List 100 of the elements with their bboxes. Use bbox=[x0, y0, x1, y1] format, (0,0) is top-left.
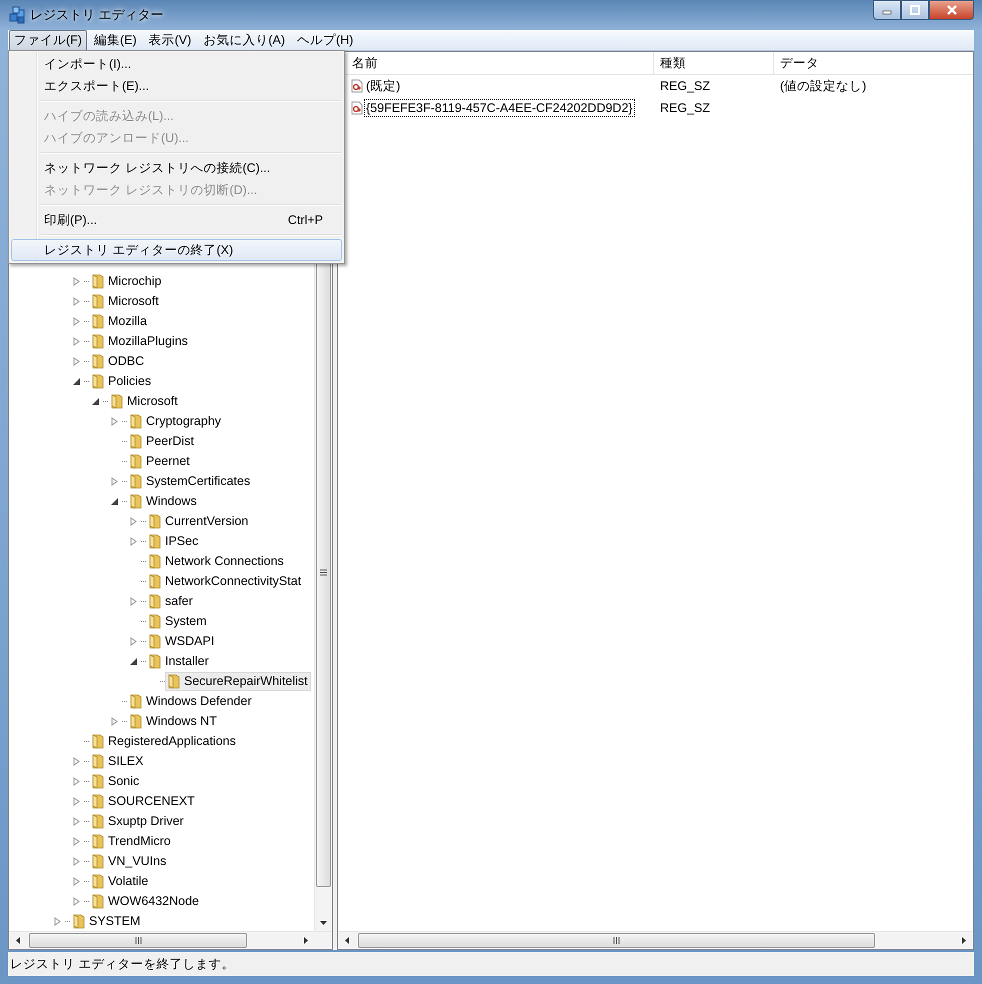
collapsed-arrow-icon[interactable] bbox=[110, 716, 118, 726]
tree-item[interactable]: VN_VUIns bbox=[108, 854, 166, 868]
scroll-thumb[interactable] bbox=[29, 933, 247, 948]
collapsed-arrow-icon[interactable] bbox=[128, 596, 138, 606]
folder-icon bbox=[149, 514, 161, 528]
scroll-left-icon[interactable] bbox=[344, 936, 350, 945]
close-button[interactable] bbox=[929, 0, 974, 20]
folder-icon bbox=[92, 754, 104, 768]
folder-icon bbox=[92, 314, 104, 328]
tree-item[interactable]: Volatile bbox=[108, 874, 148, 888]
collapsed-arrow-icon[interactable] bbox=[72, 796, 80, 806]
tree-item[interactable]: SILEX bbox=[108, 754, 144, 768]
collapsed-arrow-icon[interactable] bbox=[72, 876, 80, 886]
tree-item[interactable]: Windows NT bbox=[146, 714, 217, 728]
tree-item[interactable]: Sonic bbox=[108, 774, 140, 788]
scroll-right-icon[interactable] bbox=[303, 936, 309, 945]
collapsed-arrow-icon[interactable] bbox=[72, 276, 80, 286]
tree-item[interactable]: Windows bbox=[146, 494, 197, 508]
folder-icon bbox=[130, 494, 142, 508]
collapsed-arrow-icon[interactable] bbox=[72, 856, 80, 866]
tree-item[interactable]: SOURCENEXT bbox=[108, 794, 195, 808]
tree-item[interactable]: safer bbox=[165, 594, 193, 608]
status-text: レジストリ エディターを終了します。 bbox=[10, 956, 234, 972]
tree-item[interactable]: NetworkConnectivityStat bbox=[165, 574, 302, 588]
tree-item[interactable]: Mozilla bbox=[108, 314, 147, 328]
expanded-arrow-icon[interactable] bbox=[110, 496, 118, 506]
collapsed-arrow-icon[interactable] bbox=[72, 776, 80, 786]
tree-item[interactable]: WSDAPI bbox=[165, 634, 214, 648]
expanded-arrow-icon[interactable] bbox=[128, 656, 138, 666]
collapsed-arrow-icon[interactable] bbox=[52, 916, 62, 926]
tree-item[interactable]: Microchip bbox=[108, 274, 162, 288]
tree-item[interactable]: Installer bbox=[165, 654, 209, 668]
tree-item[interactable]: PeerDist bbox=[146, 434, 194, 448]
folder-icon bbox=[92, 374, 104, 388]
folder-icon bbox=[149, 654, 161, 668]
folder-icon bbox=[92, 814, 104, 828]
folder-icon bbox=[111, 394, 123, 408]
scroll-down-icon[interactable] bbox=[319, 920, 328, 926]
collapsed-arrow-icon[interactable] bbox=[72, 336, 80, 346]
minimize-button[interactable] bbox=[873, 0, 901, 20]
folder-icon bbox=[92, 834, 104, 848]
maximize-button[interactable] bbox=[901, 0, 929, 20]
collapsed-arrow-icon[interactable] bbox=[128, 516, 138, 526]
menu-option[interactable]: 印刷(P)... Ctrl+P bbox=[11, 209, 342, 231]
menu-item[interactable]: ファイル(F) bbox=[9, 30, 87, 50]
folder-icon bbox=[92, 774, 104, 788]
collapsed-arrow-icon[interactable] bbox=[128, 636, 138, 646]
folder-icon bbox=[149, 634, 161, 648]
value-name[interactable]: (既定) bbox=[364, 76, 402, 96]
tree-item[interactable]: TrendMicro bbox=[108, 834, 171, 848]
scroll-right-icon[interactable] bbox=[961, 936, 967, 945]
tree-item[interactable]: Cryptography bbox=[146, 414, 222, 428]
folder-icon bbox=[130, 434, 142, 448]
tree-item[interactable]: Policies bbox=[108, 374, 152, 388]
menu-option[interactable]: レジストリ エディターの終了(X) bbox=[11, 239, 342, 261]
expanded-arrow-icon[interactable] bbox=[90, 396, 100, 406]
collapsed-arrow-icon[interactable] bbox=[72, 816, 80, 826]
collapsed-arrow-icon[interactable] bbox=[72, 896, 80, 906]
tree-item[interactable]: Microsoft bbox=[127, 394, 178, 408]
collapsed-arrow-icon[interactable] bbox=[128, 536, 138, 546]
menu-item[interactable]: ヘルプ(H) bbox=[292, 30, 358, 50]
tree-item[interactable]: Windows Defender bbox=[146, 694, 252, 708]
menu-option[interactable]: エクスポート(E)... bbox=[11, 75, 342, 97]
collapsed-arrow-icon[interactable] bbox=[110, 476, 118, 486]
scroll-thumb[interactable] bbox=[358, 933, 875, 948]
collapsed-arrow-icon[interactable] bbox=[72, 316, 80, 326]
collapsed-arrow-icon[interactable] bbox=[110, 416, 118, 426]
tree-item[interactable]: WOW6432Node bbox=[108, 894, 200, 908]
folder-icon bbox=[130, 714, 142, 728]
tree-item[interactable]: ODBC bbox=[108, 354, 144, 368]
value-data: (値の設定なし) bbox=[780, 78, 866, 94]
grip-icon bbox=[134, 937, 142, 944]
scroll-left-icon[interactable] bbox=[15, 936, 21, 945]
folder-icon bbox=[92, 794, 104, 808]
folder-icon bbox=[92, 354, 104, 368]
tree-item[interactable]: System bbox=[165, 614, 207, 628]
collapsed-arrow-icon[interactable] bbox=[72, 356, 80, 366]
tree-item[interactable]: RegisteredApplications bbox=[108, 734, 236, 748]
menu-option[interactable]: ネットワーク レジストリへの接続(C)... bbox=[11, 157, 342, 179]
menu-item[interactable]: 編集(E) bbox=[88, 30, 142, 50]
collapsed-arrow-icon[interactable] bbox=[72, 756, 80, 766]
tree-item[interactable]: IPSec bbox=[165, 534, 198, 548]
tree-item[interactable]: CurrentVersion bbox=[165, 514, 248, 528]
tree-item[interactable]: Peernet bbox=[146, 454, 190, 468]
folder-icon bbox=[92, 874, 104, 888]
column-header[interactable]: 種類 bbox=[654, 52, 774, 74]
menu-item[interactable]: 表示(V) bbox=[144, 30, 196, 50]
value-name[interactable]: {59FEFE3F-8119-457C-A4EE-CF24202DD9D2} bbox=[364, 99, 635, 117]
collapsed-arrow-icon[interactable] bbox=[72, 296, 80, 306]
expanded-arrow-icon[interactable] bbox=[72, 376, 80, 386]
tree-item[interactable]: Network Connections bbox=[165, 554, 284, 568]
menu-item[interactable]: お気に入り(A) bbox=[198, 30, 290, 50]
tree-item[interactable]: Sxuptp Driver bbox=[108, 814, 184, 828]
tree-item[interactable]: SystemCertificates bbox=[146, 474, 250, 488]
tree-item[interactable]: Microsoft bbox=[108, 294, 159, 308]
column-header[interactable]: データ bbox=[774, 52, 973, 74]
collapsed-arrow-icon[interactable] bbox=[72, 836, 80, 846]
tree-item[interactable]: SYSTEM bbox=[89, 914, 140, 928]
tree-item[interactable]: MozillaPlugins bbox=[108, 334, 188, 348]
folder-icon bbox=[149, 534, 161, 548]
